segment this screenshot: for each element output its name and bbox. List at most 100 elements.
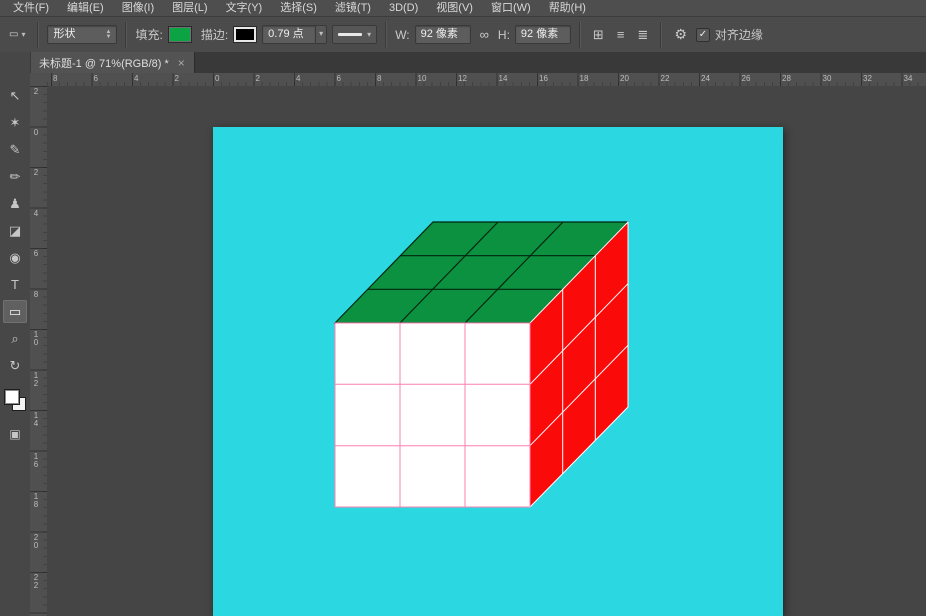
menu-item-image[interactable]: 图像(I) (113, 0, 163, 16)
foreground-color-swatch[interactable] (4, 389, 20, 405)
document-tab-title: 未标题-1 @ 71%(RGB/8) * (39, 55, 169, 71)
document-canvas[interactable] (213, 127, 783, 616)
rubiks-cube-shape (213, 127, 783, 616)
stroke-width-dropdown[interactable]: ▾ (316, 25, 327, 44)
ruler-tick-label: 20 (32, 534, 40, 550)
ruler-tick-label: 8 (377, 74, 381, 83)
menu-item-edit[interactable]: 编辑(E) (58, 0, 113, 16)
ruler-tick-label: 2 (32, 169, 40, 177)
path-operations-button[interactable]: ⊞ (589, 25, 608, 45)
ruler-tick-label: 18 (580, 74, 589, 83)
ruler-tick-label: 4 (134, 74, 138, 83)
menu-item-select[interactable]: 选择(S) (271, 0, 326, 16)
ruler-tick-label: 2 (256, 74, 260, 83)
stroke-label: 描边: (201, 26, 228, 43)
ruler-tick-label: 16 (539, 74, 548, 83)
shape-mode-value: 形状 (53, 28, 75, 41)
path-arrangement-button[interactable]: ≣ (633, 25, 652, 45)
rectangle-tool[interactable]: ▭ (3, 300, 27, 323)
color-swatches[interactable] (4, 389, 26, 411)
menu-bar: 文件(F) 编辑(E) 图像(I) 图层(L) 文字(Y) 选择(S) 滤镜(T… (0, 0, 926, 17)
eyedropper-tool[interactable]: ✎ (3, 138, 27, 161)
ruler-tick-label: 32 (863, 74, 872, 83)
zoom-tool[interactable]: ⌕ (3, 327, 27, 350)
menu-item-window[interactable]: 窗口(W) (482, 0, 540, 16)
brush-icon: ✏ (10, 169, 21, 185)
clone-stamp-tool[interactable]: ♟ (3, 192, 27, 215)
rectangle-icon: ▭ (9, 304, 21, 320)
ruler-tick-label: 28 (782, 74, 791, 83)
quick-mask-button[interactable]: ▣ (9, 427, 20, 441)
ruler-tick-label: 6 (337, 74, 341, 83)
menu-item-view[interactable]: 视图(V) (427, 0, 482, 16)
brush-tool[interactable]: ✏ (3, 165, 27, 188)
move-tool[interactable]: ↖ (3, 84, 27, 107)
menu-item-3d[interactable]: 3D(D) (380, 0, 427, 16)
canvas-pasteboard[interactable] (47, 86, 926, 616)
menu-item-layer[interactable]: 图层(L) (163, 0, 216, 16)
tool-preset-picker[interactable]: ▭ ▾ (5, 26, 29, 43)
ruler-tick-label: 24 (701, 74, 710, 83)
stroke-color-swatch[interactable] (233, 26, 257, 43)
ruler-tick-label: 4 (296, 74, 300, 83)
horizontal-ruler[interactable]: 86420246810121416182022242628303234 (47, 73, 926, 87)
fill-color-swatch[interactable] (168, 26, 192, 43)
paint-bucket-icon: ◪ (9, 223, 21, 239)
divider (579, 22, 581, 48)
ruler-tick-label: 12 (458, 74, 467, 83)
document-tab[interactable]: 未标题-1 @ 71%(RGB/8) * × (30, 52, 195, 73)
divider (385, 22, 387, 48)
menu-item-help[interactable]: 帮助(H) (540, 0, 595, 16)
gear-icon[interactable]: ⚙ (670, 24, 691, 45)
stroke-width-input[interactable]: 0.79 点 (262, 25, 316, 44)
ruler-tick-label: 22 (32, 574, 40, 590)
close-icon[interactable]: × (178, 57, 185, 69)
tools-panel: ↖ ✶ ✎ ✏ ♟ ◪ ◉ T ▭ ⌕ ↻ ▣ (0, 52, 31, 616)
current-tool-icon: ▭ (9, 29, 18, 40)
divider (125, 22, 127, 48)
ruler-tick-label: 2 (32, 88, 40, 96)
height-input[interactable]: 92 像素 (515, 25, 571, 44)
ruler-tick-label: 12 (32, 372, 40, 388)
type-tool[interactable]: T (3, 273, 27, 296)
ruler-tick-label: 26 (742, 74, 751, 83)
height-label: H: (498, 28, 510, 42)
vertical-ruler[interactable]: 20246810121416182022 (30, 86, 48, 616)
align-edges-label: 对齐边缘 (715, 26, 763, 43)
rotate-view-icon: ↻ (10, 358, 21, 374)
chevron-down-icon: ▾ (367, 30, 371, 39)
menu-item-type[interactable]: 文字(Y) (217, 0, 272, 16)
align-edges-checkbox[interactable]: ✓ (696, 28, 710, 42)
photoshop-window: 文件(F) 编辑(E) 图像(I) 图层(L) 文字(Y) 选择(S) 滤镜(T… (0, 0, 926, 616)
ruler-tick-label: 0 (32, 129, 40, 137)
move-icon: ↖ (10, 88, 21, 104)
shape-mode-select[interactable]: 形状 ▲▼ (47, 25, 117, 44)
ruler-tick-label: 22 (661, 74, 670, 83)
ruler-tick-label: 6 (94, 74, 98, 83)
spinner-arrows-icon: ▲▼ (106, 30, 112, 40)
type-icon: T (11, 277, 19, 292)
rotate-view-tool[interactable]: ↻ (3, 354, 27, 377)
dodge-tool[interactable]: ◉ (3, 246, 27, 269)
width-label: W: (395, 28, 409, 42)
fill-label: 填充: (135, 26, 162, 43)
document-tab-bar: 未标题-1 @ 71%(RGB/8) * × (30, 52, 926, 74)
ruler-tick-label: 16 (32, 453, 40, 469)
ruler-tick-label: 30 (823, 74, 832, 83)
menu-item-filter[interactable]: 滤镜(T) (326, 0, 380, 16)
menu-item-file[interactable]: 文件(F) (4, 0, 58, 16)
paint-bucket-tool[interactable]: ◪ (3, 219, 27, 242)
stroke-style-line-icon (338, 33, 362, 36)
dodge-icon: ◉ (9, 250, 20, 266)
link-dimensions-icon[interactable]: ∞ (476, 25, 493, 44)
path-alignment-button[interactable]: ≡ (613, 25, 629, 44)
ruler-tick-label: 10 (418, 74, 427, 83)
ruler-tick-label: 18 (32, 493, 40, 509)
ruler-tick-label: 0 (215, 74, 219, 83)
ruler-tick-label: 34 (904, 74, 913, 83)
ruler-tick-label: 2 (175, 74, 179, 83)
magic-wand-tool[interactable]: ✶ (3, 111, 27, 134)
ruler-tick-label: 20 (620, 74, 629, 83)
width-input[interactable]: 92 像素 (415, 25, 471, 44)
stroke-type-picker[interactable]: ▾ (332, 25, 377, 44)
